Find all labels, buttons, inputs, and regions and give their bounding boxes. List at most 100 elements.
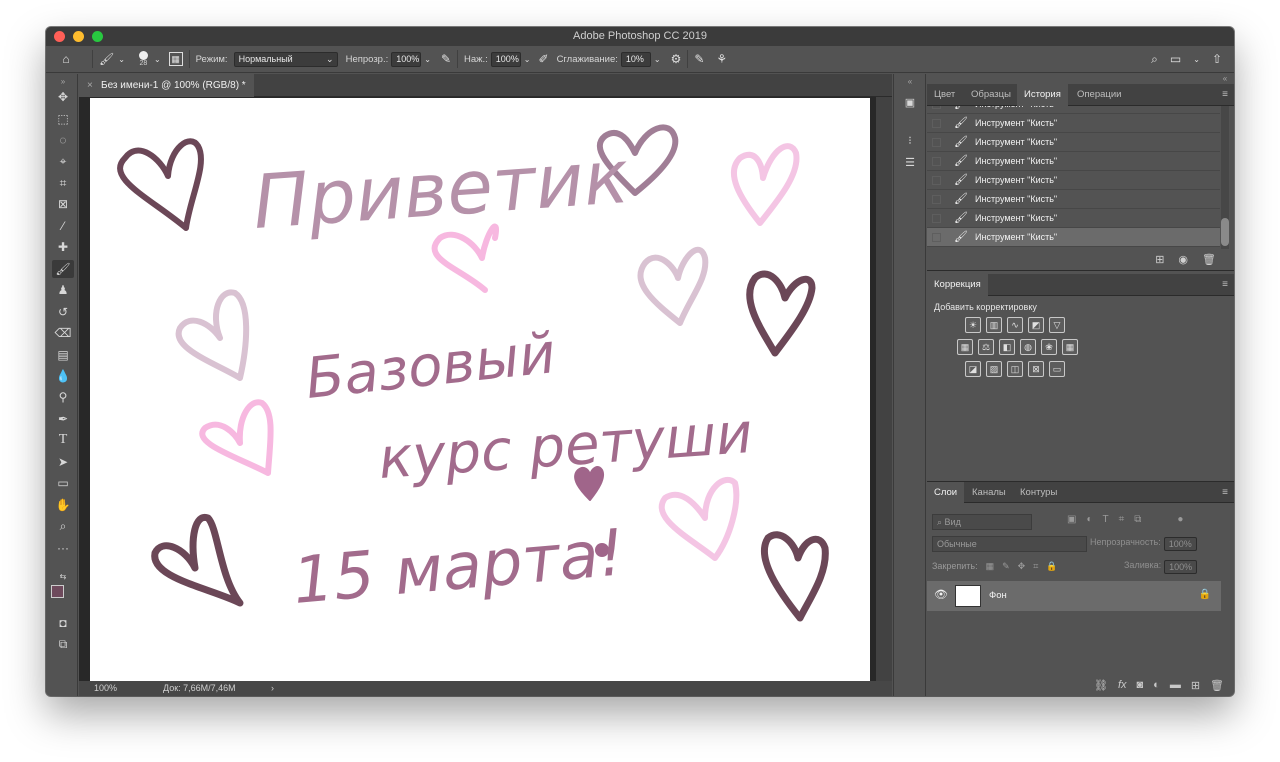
mode-select[interactable]: Нормальный ⌄ <box>233 51 338 67</box>
lock-all-icon[interactable]: 🔒 <box>1046 561 1057 572</box>
brush-settings-button[interactable]: ▦ <box>168 46 183 73</box>
stamp-tool-icon[interactable]: ♟ <box>52 281 74 299</box>
eye-icon[interactable]: 👁 <box>934 588 948 601</box>
shape-filter-icon[interactable]: ⌗ <box>1119 514 1125 525</box>
adjustment-filter-icon[interactable]: ◐ <box>1086 514 1092 525</box>
type-tool-icon[interactable]: T <box>52 431 74 449</box>
flow-input[interactable]: 100% <box>490 51 521 67</box>
history-source-checkbox[interactable] <box>932 157 941 166</box>
adjustment-layer-icon[interactable]: ◐ <box>1153 679 1160 691</box>
zoom-level[interactable]: 100% <box>94 681 117 696</box>
smoothing-input[interactable]: 10% <box>620 51 651 67</box>
chevron-down-icon[interactable]: ⌄ <box>654 55 661 64</box>
document-tab[interactable]: × Без имени-1 @ 100% (RGB/8) * <box>79 74 254 97</box>
tool-preset-picker[interactable]: 🖌 ⌄ <box>99 46 125 73</box>
canvas[interactable]: Приветик Базовый курс ретуши 15 марта! <box>90 98 870 682</box>
channel-mixer-icon[interactable]: ❀ <box>1041 339 1057 355</box>
tab-paths[interactable]: Контуры <box>1013 482 1064 504</box>
status-menu-arrow[interactable]: › <box>271 681 274 696</box>
color-balance-icon[interactable]: ⚖ <box>978 339 994 355</box>
history-source-checkbox[interactable] <box>932 214 941 223</box>
brightness-contrast-icon[interactable]: ☀ <box>965 317 981 333</box>
group-folder-icon[interactable]: ▬ <box>1170 679 1181 691</box>
history-source-checkbox[interactable] <box>932 195 941 204</box>
healing-brush-tool-icon[interactable]: ✚ <box>52 238 74 256</box>
history-source-checkbox[interactable] <box>932 106 941 109</box>
history-item[interactable]: 🖌 Инструмент "Кисть" <box>927 152 1220 171</box>
pen-tool-icon[interactable]: ✒ <box>52 410 74 428</box>
collapse-icon[interactable]: » <box>52 76 74 86</box>
history-source-checkbox[interactable] <box>932 233 941 242</box>
black-white-icon[interactable]: ◧ <box>999 339 1015 355</box>
chevron-down-icon[interactable]: ⌄ <box>154 55 161 64</box>
close-window-button[interactable] <box>54 31 65 42</box>
quick-mask-icon[interactable]: ◘ <box>52 614 74 632</box>
fill-input[interactable]: 100% <box>1164 560 1198 574</box>
symmetry-button[interactable]: ⚘ <box>716 46 727 73</box>
history-item-selected[interactable]: 🖌 Инструмент "Кисть" <box>927 228 1220 247</box>
fx-icon[interactable]: fx <box>1118 679 1127 691</box>
history-source-checkbox[interactable] <box>932 176 941 185</box>
history-source-checkbox[interactable] <box>932 138 941 147</box>
move-tool-icon[interactable]: ✥ <box>52 88 74 106</box>
swap-colors-icon[interactable]: ⇆ <box>52 571 74 581</box>
filter-toggle-icon[interactable]: ● <box>1177 514 1183 525</box>
brush-presets-icon[interactable]: ⁝ <box>902 132 918 148</box>
eyedropper-tool-icon[interactable]: ⁄ <box>52 217 74 235</box>
marquee-tool-icon[interactable]: ⬚ <box>52 110 74 128</box>
collapse-icon[interactable]: « <box>1217 73 1233 83</box>
brush-tool-icon[interactable]: 🖌 <box>52 260 74 278</box>
gradient-tool-icon[interactable]: ▤ <box>52 346 74 364</box>
panel-menu-icon[interactable]: ≡ <box>1222 279 1228 290</box>
selective-color-icon[interactable]: ⊠ <box>1028 361 1044 377</box>
vertical-scrollbar[interactable] <box>876 97 892 682</box>
type-filter-icon[interactable]: T <box>1103 514 1109 525</box>
history-item[interactable]: 🖌 Инструмент "Кисть" <box>927 190 1220 209</box>
pixel-filter-icon[interactable]: ▣ <box>1067 514 1076 525</box>
new-document-from-state-icon[interactable]: ⊞ <box>1155 253 1164 266</box>
minimize-window-button[interactable] <box>73 31 84 42</box>
camera-icon[interactable]: ◉ <box>1178 253 1188 266</box>
layer-row-background[interactable]: 👁 Фон 🔒 <box>927 581 1221 611</box>
history-scrollbar[interactable] <box>1221 106 1229 249</box>
lock-image-icon[interactable]: ✎ <box>1002 561 1010 572</box>
path-selection-tool-icon[interactable]: ➤ <box>52 453 74 471</box>
history-scroll-thumb[interactable] <box>1221 218 1229 246</box>
color-lookup-icon[interactable]: ▦ <box>1062 339 1078 355</box>
tab-channels[interactable]: Каналы <box>965 482 1013 504</box>
share-icon[interactable]: ⇧ <box>1212 52 1222 66</box>
smart-object-filter-icon[interactable]: ⧉ <box>1134 514 1141 525</box>
chevron-down-icon[interactable]: ⌄ <box>424 55 431 64</box>
close-tab-icon[interactable]: × <box>87 74 93 97</box>
exposure-icon[interactable]: ◩ <box>1028 317 1044 333</box>
history-brush-tool-icon[interactable]: ↺ <box>52 303 74 321</box>
panel-menu-icon[interactable]: ≡ <box>1222 487 1228 498</box>
gradient-map-icon[interactable]: ▭ <box>1049 361 1065 377</box>
curves-icon[interactable]: ∿ <box>1007 317 1023 333</box>
threshold-icon[interactable]: ◫ <box>1007 361 1023 377</box>
tab-color[interactable]: Цвет <box>927 84 962 106</box>
lock-transparent-icon[interactable]: ▦ <box>986 561 995 572</box>
tab-adjustments[interactable]: Коррекция <box>927 274 988 296</box>
add-mask-icon[interactable]: ◙ <box>1137 679 1144 691</box>
search-icon[interactable]: ⌕ <box>1151 52 1158 67</box>
dodge-tool-icon[interactable]: ⚲ <box>52 388 74 406</box>
vibrance-icon[interactable]: ▽ <box>1049 317 1065 333</box>
brush-size-picker[interactable]: 28 <box>138 46 148 73</box>
history-item[interactable]: 🖌 Инструмент "Кисть" <box>927 171 1220 190</box>
workspace-icon[interactable]: ▭ <box>1170 52 1181 66</box>
airbrush-button[interactable]: ✐ <box>539 46 549 73</box>
frame-tool-icon[interactable]: ⊠ <box>52 195 74 213</box>
opacity-input[interactable]: 100% <box>391 51 422 67</box>
pressure-opacity-button[interactable]: ✎ <box>441 46 451 73</box>
layer-opacity-input[interactable]: 100% <box>1163 537 1197 551</box>
tab-actions[interactable]: Операции <box>1070 84 1128 106</box>
blend-mode-select[interactable]: Обычные <box>932 536 1087 552</box>
more-tools-icon[interactable]: ··· <box>52 539 74 557</box>
pressure-size-button[interactable]: ✎ <box>694 46 704 73</box>
link-layers-icon[interactable]: ⛓ <box>1094 679 1108 692</box>
tab-history[interactable]: История <box>1017 84 1068 106</box>
lock-position-icon[interactable]: ✥ <box>1018 561 1026 572</box>
zoom-window-button[interactable] <box>92 31 103 42</box>
trash-icon[interactable]: 🗑 <box>1210 679 1224 692</box>
